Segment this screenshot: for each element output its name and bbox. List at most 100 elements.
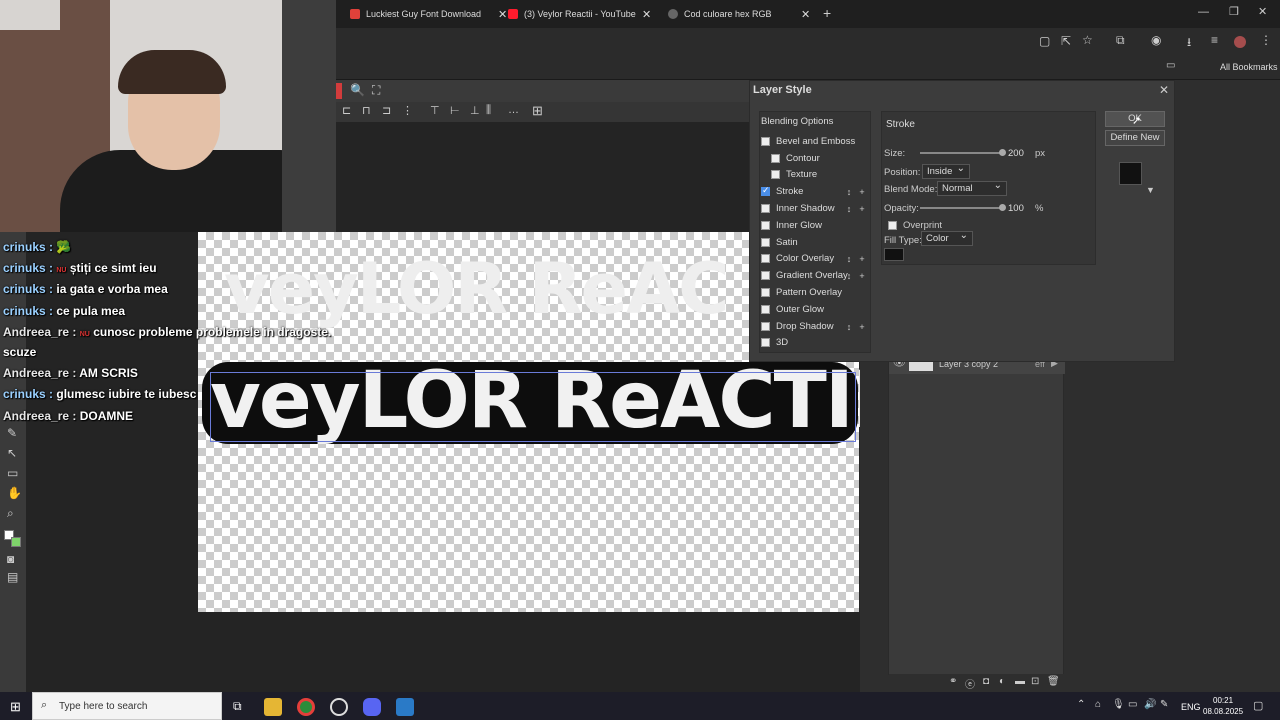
reorder-icon[interactable]: ↕ [844,271,854,281]
media-icon[interactable]: ≡ [1211,33,1218,47]
checkbox[interactable] [888,221,897,230]
zoom-icon[interactable]: 🔍 [350,83,365,97]
folder-icon[interactable]: ▬ [1015,676,1025,687]
option-drop-shadow[interactable]: Drop Shadow [761,318,871,334]
hand-icon[interactable]: ✋ [7,486,22,500]
window-close-icon[interactable]: ✕ [1258,5,1267,18]
size-input[interactable]: 200 [1008,148,1024,159]
zoom-tool-icon[interactable]: ⌕ [7,506,14,521]
align-bottom-icon[interactable]: ⊥ [470,104,480,117]
discord-icon[interactable] [363,698,381,716]
path-select-icon[interactable]: ↖ [7,446,17,460]
option-satin[interactable]: Satin [761,234,871,250]
align-center-icon[interactable]: ⊓ [362,104,371,117]
monitor-icon[interactable]: ▭ [1128,699,1137,710]
menu-icon[interactable]: ⋮ [1260,33,1272,47]
photo-editor-icon[interactable] [396,698,414,716]
trash-icon[interactable]: 🗑 [1047,676,1060,687]
fill-type-select[interactable]: Color [921,229,973,246]
add-icon[interactable]: + [857,271,867,281]
chrome-icon[interactable] [297,698,315,716]
more-icon[interactable]: … [508,104,519,116]
option-bevel[interactable]: Bevel and Emboss [761,133,871,149]
checkbox[interactable] [761,304,770,314]
blend-mode-select[interactable]: Normal [937,179,1007,196]
checkbox[interactable] [761,220,770,230]
link-icon[interactable]: ⚭ [949,676,957,687]
opacity-input[interactable]: 100 [1008,203,1024,214]
option-contour[interactable]: Contour [771,150,881,166]
option-inner-shadow[interactable]: Inner Shadow [761,200,871,216]
tab-luckiest-guy[interactable]: Luckiest Guy Font Download ✕ [350,4,508,24]
taskbar-search[interactable]: ⌕ Type here to search [32,692,222,720]
align-right-icon[interactable]: ⊐ [382,104,391,117]
checkbox[interactable] [761,136,770,146]
define-new-button[interactable]: Define New [1105,130,1165,146]
new-layer-icon[interactable]: ⊡ [1031,676,1039,687]
restore-icon[interactable]: ❐ [1229,5,1239,18]
checkbox[interactable] [761,337,770,347]
option-texture[interactable]: Texture [771,166,881,182]
windows-start-icon[interactable]: ⊞ [10,699,21,715]
option-gradient-overlay[interactable]: Gradient Overlay [761,267,871,283]
clock-date[interactable]: 08.08.2025 [1203,707,1243,716]
checkbox[interactable] [761,270,770,280]
close-icon[interactable]: ✕ [1159,83,1169,97]
checkbox[interactable] [761,203,770,213]
option-stroke[interactable]: Stroke [761,183,871,199]
option-color-overlay[interactable]: Color Overlay [761,250,871,266]
add-icon[interactable]: + [857,204,867,214]
add-icon[interactable]: + [857,322,867,332]
extensions-icon[interactable]: ⧉ [1116,33,1125,48]
option-3d[interactable]: 3D [761,334,871,350]
align-middle-icon[interactable]: ⊢ [450,104,460,117]
network-icon[interactable]: ⌂ [1095,699,1101,710]
add-icon[interactable]: + [857,254,867,264]
all-bookmarks-link[interactable]: All Bookmarks [1220,62,1278,72]
chevron-up-icon[interactable]: ⌃ [1077,699,1085,710]
reorder-icon[interactable]: ↕ [844,204,854,214]
option-pattern-overlay[interactable]: Pattern Overlay [761,284,871,300]
fx-icon[interactable]: ⓔ [965,676,975,691]
notifications-icon[interactable]: ▢ [1253,699,1263,712]
checkbox[interactable] [761,321,770,331]
new-tab-icon[interactable]: + [823,5,831,21]
reorder-icon[interactable]: ↕ [844,322,854,332]
distribute-icon[interactable]: ⋮ [402,104,413,117]
option-outer-glow[interactable]: Outer Glow [761,301,871,317]
pen-icon[interactable]: ✎ [7,426,17,440]
overprint-toggle[interactable]: Overprint [888,220,942,231]
share-icon[interactable]: ⇱ [1061,34,1071,48]
mic-icon[interactable]: 🎙 [1112,699,1125,710]
size-slider[interactable] [920,152,1004,154]
avatar[interactable] [1234,36,1246,48]
fit-screen-icon[interactable]: ⛶ [372,83,380,98]
obs-icon[interactable] [330,698,348,716]
checkbox[interactable] [771,153,780,163]
volume-icon[interactable]: 🔊 [1144,699,1156,710]
close-icon[interactable]: ✕ [801,8,810,21]
rectangle-icon[interactable]: ▭ [7,466,18,480]
opacity-knob[interactable] [999,204,1006,211]
align-left-icon[interactable]: ⊏ [342,104,351,117]
task-view-icon[interactable]: ⧉ [233,699,242,714]
checkbox-checked[interactable] [761,185,770,196]
checkbox[interactable] [761,237,770,247]
position-select[interactable]: Inside [922,162,970,179]
checkbox[interactable] [761,253,770,263]
minimize-icon[interactable]: — [1198,6,1209,18]
file-explorer-icon[interactable] [264,698,282,716]
reorder-icon[interactable]: ↕ [844,187,854,197]
close-icon[interactable]: ✕ [498,8,507,21]
reorder-icon[interactable]: ↕ [844,254,854,264]
download-icon[interactable]: ⭳ [1187,33,1191,54]
mask-icon[interactable]: ◘ [983,676,989,687]
add-icon[interactable]: + [857,187,867,197]
adjustment-icon[interactable]: ◐ [999,676,1005,687]
dropdown-arrow-icon[interactable]: ▼ [1146,185,1155,195]
stroke-color-swatch[interactable] [884,248,904,261]
grid-icon[interactable]: ⊞ [532,103,543,119]
screen-mode-icon[interactable]: ▤ [7,570,18,584]
option-inner-glow[interactable]: Inner Glow [761,217,871,233]
clipboard-icon[interactable]: ▢ [1039,34,1050,48]
